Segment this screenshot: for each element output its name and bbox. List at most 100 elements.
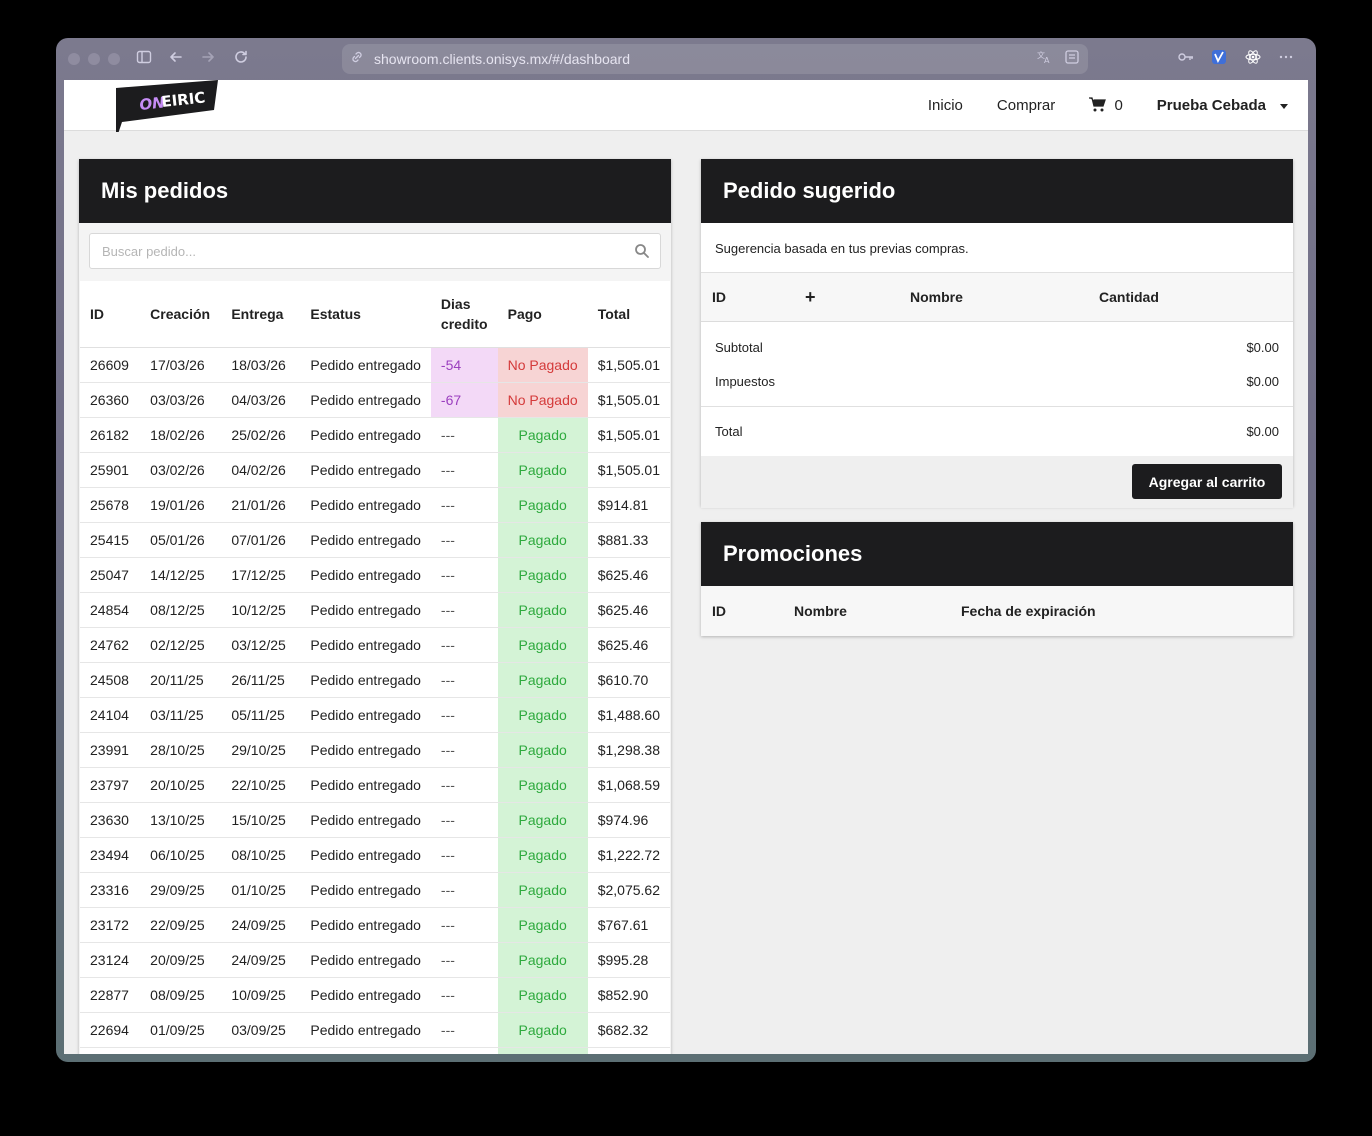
- order-entrega: 29/10/25: [221, 732, 301, 768]
- sidebar-toggle-icon[interactable]: [134, 49, 154, 69]
- order-id: 26360: [80, 382, 141, 418]
- order-row[interactable]: 24104 03/11/25 05/11/25 Pedido entregado ---…: [80, 697, 670, 733]
- order-row[interactable]: 23991 28/10/25 29/10/25 Pedido entregado ---…: [80, 732, 670, 768]
- reload-icon[interactable]: [231, 49, 251, 69]
- order-row[interactable]: 23630 13/10/25 15/10/25 Pedido entregado ---…: [80, 802, 670, 838]
- order-dias-credito: ---: [430, 662, 498, 698]
- col-id-header[interactable]: ID: [80, 281, 141, 348]
- cart-count: 0: [1114, 97, 1123, 114]
- order-row[interactable]: 23124 20/09/25 24/09/25 Pedido entregado ---…: [80, 942, 670, 978]
- order-creacion: 06/10/25: [140, 837, 222, 873]
- order-entrega: 24/09/25: [221, 907, 301, 943]
- reader-mode-icon[interactable]: [1064, 49, 1080, 68]
- col-estatus-header[interactable]: Estatus: [300, 281, 431, 348]
- order-pago-status: No Pagado: [497, 382, 588, 418]
- order-row[interactable]: 24508 20/11/25 26/11/25 Pedido entregado ---…: [80, 662, 670, 698]
- order-estatus: Pedido entregado: [300, 522, 431, 558]
- order-row[interactable]: 24854 08/12/25 10/12/25 Pedido entregado ---…: [80, 592, 670, 628]
- nav-inicio-link[interactable]: Inicio: [928, 97, 963, 114]
- translate-icon[interactable]: 文A: [1036, 49, 1052, 68]
- order-row[interactable]: 26360 03/03/26 04/03/26 Pedido entregado -67…: [80, 382, 670, 418]
- col-nombre-header[interactable]: Nombre: [794, 603, 847, 619]
- col-total-header[interactable]: Total: [587, 281, 670, 348]
- order-estatus: Pedido entregado: [300, 942, 431, 978]
- order-creacion: 17/03/26: [140, 347, 222, 383]
- order-row[interactable]: 25415 05/01/26 07/01/26 Pedido entregado ---…: [80, 522, 670, 558]
- order-total: $914.81: [587, 487, 670, 523]
- order-total: $1,298.38: [587, 732, 670, 768]
- minimize-window-button[interactable]: [88, 53, 100, 65]
- order-row[interactable]: 25047 14/12/25 17/12/25 Pedido entregado ---…: [80, 557, 670, 593]
- oneiric-logo[interactable]: ON EIRIC: [114, 80, 220, 134]
- order-entrega: 03/09/25: [221, 1012, 301, 1048]
- col-id-header[interactable]: ID: [712, 289, 726, 305]
- suggested-order-totals: Subtotal $0.00 Impuestos $0.00 Total $0.…: [701, 322, 1293, 456]
- cart-link[interactable]: 0: [1089, 97, 1123, 114]
- order-row[interactable]: 25678 19/01/26 21/01/26 Pedido entregado ---…: [80, 487, 670, 523]
- order-search-input[interactable]: [102, 234, 622, 268]
- promotions-panel: Promociones ID Nombre Fecha de expiració…: [701, 522, 1293, 636]
- order-id: 26609: [80, 347, 141, 383]
- order-total: $625.46: [587, 627, 670, 663]
- col-cantidad-header[interactable]: Cantidad: [1099, 289, 1159, 305]
- order-pago-status: Pagado: [497, 627, 588, 663]
- order-creacion: 29/09/25: [140, 872, 222, 908]
- order-creacion: 03/11/25: [140, 697, 222, 733]
- order-row[interactable]: 22694 01/09/25 03/09/25 Pedido entregado ---…: [80, 1012, 670, 1048]
- extension-icon[interactable]: [1209, 49, 1229, 69]
- order-row-partial: [80, 1047, 670, 1054]
- order-entrega: 17/12/25: [221, 557, 301, 593]
- order-dias-credito: ---: [430, 802, 498, 838]
- maximize-window-button[interactable]: [108, 53, 120, 65]
- more-options-icon[interactable]: [1276, 49, 1296, 69]
- add-item-button[interactable]: +: [805, 287, 816, 308]
- col-pago-header[interactable]: Pago: [497, 281, 588, 348]
- order-row[interactable]: 23494 06/10/25 08/10/25 Pedido entregado ---…: [80, 837, 670, 873]
- order-entrega: 26/11/25: [221, 662, 301, 698]
- order-entrega: 21/01/26: [221, 487, 301, 523]
- order-entrega: 18/03/26: [221, 347, 301, 383]
- order-cell-empty: [221, 1047, 301, 1054]
- orders-panel: Mis pedidos ID Creación Entrega Estatus …: [79, 159, 671, 1054]
- address-bar[interactable]: showroom.clients.onisys.mx/#/dashboard 文…: [342, 44, 1088, 74]
- order-dias-credito: ---: [430, 872, 498, 908]
- col-id-header[interactable]: ID: [712, 603, 726, 619]
- add-to-cart-button[interactable]: Agregar al carrito: [1132, 464, 1282, 499]
- order-row[interactable]: 24762 02/12/25 03/12/25 Pedido entregado ---…: [80, 627, 670, 663]
- col-fecha-expiracion-header[interactable]: Fecha de expiración: [961, 603, 1096, 619]
- back-arrow-icon[interactable]: [166, 49, 186, 69]
- order-id: 25415: [80, 522, 141, 558]
- order-row[interactable]: 23797 20/10/25 22/10/25 Pedido entregado ---…: [80, 767, 670, 803]
- react-devtools-icon[interactable]: [1243, 49, 1263, 69]
- order-estatus: Pedido entregado: [300, 662, 431, 698]
- browser-titlebar: showroom.clients.onisys.mx/#/dashboard 文…: [56, 38, 1316, 80]
- user-menu-dropdown[interactable]: Prueba Cebada: [1157, 97, 1288, 114]
- order-row[interactable]: 23172 22/09/25 24/09/25 Pedido entregado ---…: [80, 907, 670, 943]
- order-dias-credito: ---: [430, 767, 498, 803]
- order-row[interactable]: 22877 08/09/25 10/09/25 Pedido entregado ---…: [80, 977, 670, 1013]
- order-total: $1,505.01: [587, 452, 670, 488]
- taxes-value: $0.00: [1246, 374, 1279, 389]
- order-row[interactable]: 26609 17/03/26 18/03/26 Pedido entregado -54…: [80, 347, 670, 383]
- order-row[interactable]: 26182 18/02/26 25/02/26 Pedido entregado ---…: [80, 417, 670, 453]
- order-entrega: 24/09/25: [221, 942, 301, 978]
- col-dias-credito-header[interactable]: Dias credito: [430, 281, 498, 348]
- suggested-order-title: Pedido sugerido: [701, 159, 1293, 223]
- order-creacion: 03/03/26: [140, 382, 222, 418]
- col-creacion-header[interactable]: Creación: [140, 281, 222, 348]
- order-pago-status: Pagado: [497, 802, 588, 838]
- order-row[interactable]: 25901 03/02/26 04/02/26 Pedido entregado ---…: [80, 452, 670, 488]
- key-icon[interactable]: [1176, 49, 1196, 69]
- search-icon[interactable]: [634, 243, 650, 259]
- close-window-button[interactable]: [68, 53, 80, 65]
- order-row[interactable]: 23316 29/09/25 01/10/25 Pedido entregado ---…: [80, 872, 670, 908]
- col-entrega-header[interactable]: Entrega: [221, 281, 301, 348]
- nav-comprar-link[interactable]: Comprar: [997, 97, 1055, 114]
- order-estatus: Pedido entregado: [300, 627, 431, 663]
- order-estatus: Pedido entregado: [300, 347, 431, 383]
- order-total: $1,505.01: [587, 382, 670, 418]
- forward-arrow-icon[interactable]: [198, 49, 218, 69]
- col-nombre-header[interactable]: Nombre: [910, 289, 963, 305]
- order-dias-credito: ---: [430, 452, 498, 488]
- order-creacion: 14/12/25: [140, 557, 222, 593]
